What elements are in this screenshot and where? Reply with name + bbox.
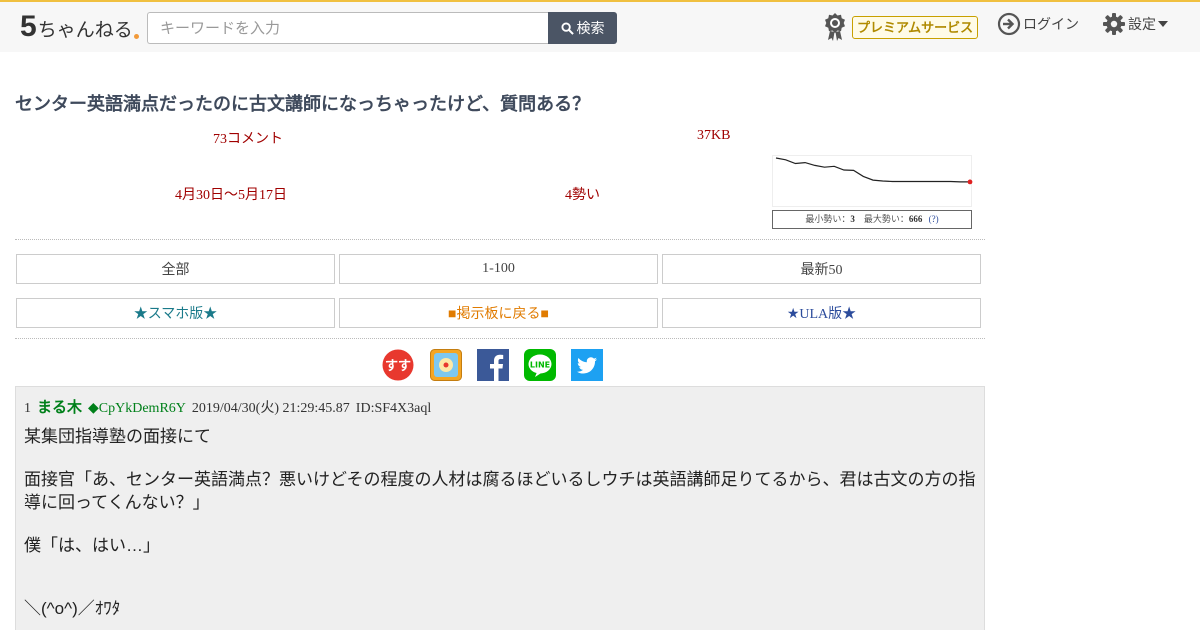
back-to-board-button[interactable]: ■掲示板に戻る■ bbox=[339, 298, 658, 328]
post-datetime: 2019/04/30(火) 21:29:45.87 bbox=[191, 401, 350, 416]
post-line: ＼(^o^)／ｵﾜﾀ bbox=[24, 599, 121, 618]
speed-min-label: 最小勢い： bbox=[805, 214, 851, 224]
show-all-button[interactable]: 全部 bbox=[16, 254, 335, 284]
sumaho-matome-icon[interactable]: すす bbox=[382, 349, 414, 381]
post-author-trip: ◆CpYkDemR6Y bbox=[88, 401, 186, 416]
speed-graph-end-marker bbox=[967, 179, 973, 185]
top-bar: 5 ちゃんねる 検索 プレミアムサービス ログイン bbox=[0, 0, 1200, 52]
post-line: 某集団指導塾の面接にて bbox=[24, 427, 211, 446]
twitter-icon[interactable] bbox=[571, 349, 603, 381]
post-user-id[interactable]: ID:SF4X3aql bbox=[356, 401, 431, 417]
thread-date-range: 4月30日〜5月17日 bbox=[175, 188, 287, 203]
divider bbox=[15, 338, 985, 339]
divider bbox=[15, 239, 985, 240]
award-ribbon-icon bbox=[825, 13, 845, 41]
range-1-100-button[interactable]: 1-100 bbox=[339, 254, 658, 284]
post-1: 1 まる木 ◆CpYkDemR6Y 2019/04/30(火) 21:29:45… bbox=[15, 386, 985, 630]
speed-graph bbox=[772, 155, 973, 207]
speed-graph-svg bbox=[775, 157, 973, 185]
login-label: ログイン bbox=[1023, 16, 1079, 32]
bookmark-app-icon[interactable] bbox=[430, 349, 462, 381]
search-icon bbox=[560, 21, 574, 35]
search-button[interactable]: 検索 bbox=[548, 12, 617, 44]
settings-menu[interactable]: 設定 bbox=[1102, 12, 1168, 36]
post-number[interactable]: 1 bbox=[24, 401, 31, 417]
speed-graph-line bbox=[775, 157, 970, 183]
line-icon[interactable]: LINE bbox=[524, 349, 556, 381]
post-author-name: まる木 bbox=[37, 400, 83, 416]
thread-size: 37KB bbox=[697, 128, 731, 143]
logo-name: ちゃんねる bbox=[37, 20, 133, 41]
thread-speed: 4勢い bbox=[565, 188, 600, 203]
premium-service-label: プレミアムサービス bbox=[852, 15, 979, 39]
logo-dot bbox=[133, 34, 139, 39]
search-button-label: 検索 bbox=[576, 20, 605, 36]
speed-min-value: 3 bbox=[850, 214, 855, 224]
site-logo[interactable]: 5 ちゃんねる bbox=[20, 10, 139, 42]
speed-max-label: 最大勢い： bbox=[863, 214, 909, 224]
login-icon bbox=[997, 12, 1021, 36]
premium-service-link[interactable]: プレミアムサービス bbox=[822, 12, 979, 42]
settings-label: 設定 bbox=[1128, 16, 1156, 32]
thread-title: センター英語満点だったのに古文講師になっちゃったけど、質問ある？ bbox=[15, 94, 591, 114]
post-line: 面接官「あ、センター英語満点？悪いけどその程度の人材は腐るほどいるしウチは英語講… bbox=[24, 470, 976, 512]
gear-icon bbox=[1103, 13, 1125, 35]
post-line: 僕「は、はい…」 bbox=[24, 536, 160, 555]
speed-graph-legend: 最小勢い：3 最大勢い：666 (?) bbox=[772, 210, 972, 229]
ula-version-button[interactable]: ★ULA版★ bbox=[662, 298, 981, 328]
logo-five: 5 bbox=[20, 10, 37, 43]
facebook-icon[interactable] bbox=[477, 349, 509, 381]
speed-help-link[interactable]: (?) bbox=[929, 214, 939, 224]
line-label: LINE bbox=[530, 361, 550, 370]
caret-down-icon bbox=[1158, 21, 1168, 27]
latest-50-button[interactable]: 最新50 bbox=[662, 254, 981, 284]
search-input[interactable] bbox=[147, 12, 549, 44]
comment-count: 73コメント bbox=[213, 132, 283, 147]
post-body: 某集団指導塾の面接にて 面接官「あ、センター英語満点？悪いけどその程度の人材は腐… bbox=[24, 425, 979, 630]
sumaho-label: すす bbox=[385, 359, 411, 374]
post-header: 1 まる木 ◆CpYkDemR6Y 2019/04/30(火) 21:29:45… bbox=[24, 396, 431, 417]
smartphone-version-button[interactable]: ★スマホ版★ bbox=[16, 298, 335, 328]
speed-max-value: 666 bbox=[908, 214, 923, 224]
login-link[interactable]: ログイン bbox=[997, 12, 1079, 36]
